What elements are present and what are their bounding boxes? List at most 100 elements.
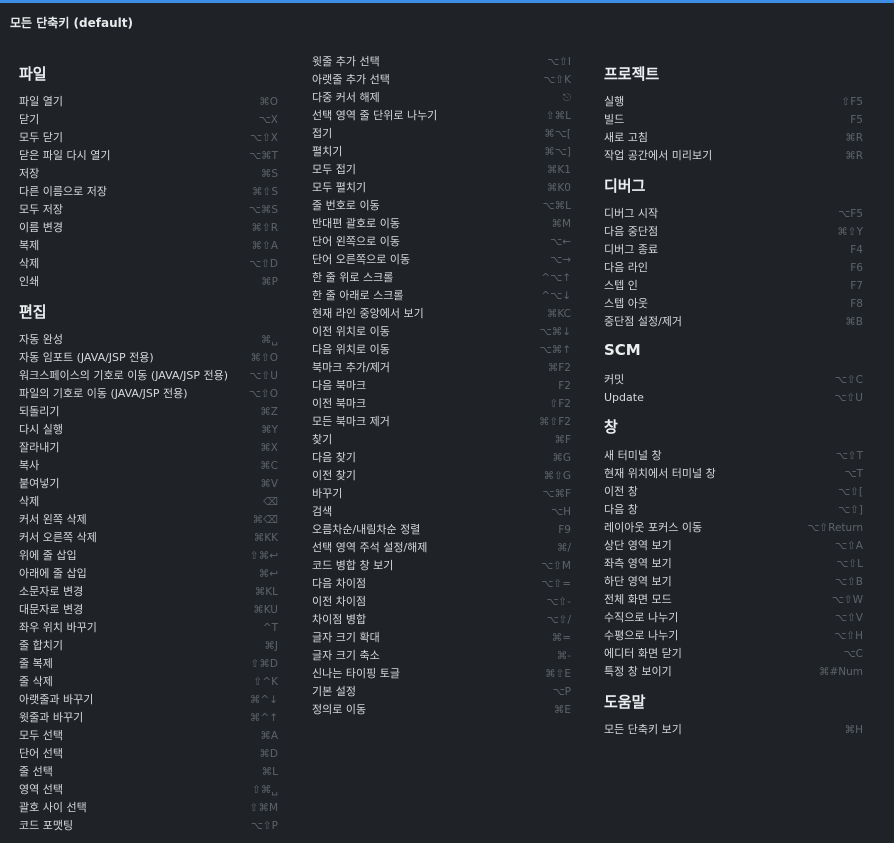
shortcut-label: 좌우 위치 바꾸기	[19, 621, 97, 634]
shortcut-key: F7	[850, 280, 863, 292]
shortcut-label: 윗줄 추가 선택	[312, 55, 380, 68]
shortcut-label: 코드 병합 창 보기	[312, 559, 394, 572]
shortcut-row: 빌드 F5	[604, 111, 863, 129]
shortcut-key: ⌥⇧Return	[807, 522, 863, 534]
shortcut-label: 아랫줄과 바꾸기	[19, 693, 94, 706]
shortcut-key: ⇧^K	[253, 676, 278, 688]
shortcut-row: 이전 위치로 이동 ⌥⌘↓	[312, 323, 571, 341]
shortcut-row: 아랫줄과 바꾸기 ⌘^↓	[19, 691, 278, 709]
shortcut-key: ⌘B	[845, 316, 863, 328]
shortcut-key: F5	[850, 114, 863, 126]
shortcut-label: 붙여넣기	[19, 477, 60, 490]
shortcut-row: 아랫줄 추가 선택 ⌥⇧K	[312, 71, 571, 89]
shortcut-row: 정의로 이동 ⌘E	[312, 701, 571, 719]
shortcut-row: 이전 창 ⌥⇧[	[604, 483, 863, 501]
shortcut-label: 다시 실행	[19, 423, 63, 436]
section-heading: SCM	[604, 341, 641, 359]
shortcut-label: 이전 찾기	[312, 469, 356, 482]
shortcut-label: 새로 고침	[604, 131, 648, 144]
shortcut-row: 커밋 ⌥⇧C	[604, 371, 863, 389]
shortcut-row: 모두 저장 ⌥⌘S	[19, 201, 278, 219]
shortcut-key: ⇧⌘D	[250, 658, 278, 670]
shortcut-label: 스텝 아웃	[604, 297, 648, 310]
shortcut-key: ⌥⇧M	[541, 560, 571, 572]
shortcut-key: ⌥H	[551, 506, 571, 518]
shortcut-row: 다음 중단점 ⌘⇧Y	[604, 223, 863, 241]
shortcut-label: 하단 영역 보기	[604, 575, 672, 588]
shortcut-label: Update	[604, 391, 644, 404]
shortcut-label: 단어 왼쪽으로 이동	[312, 235, 400, 248]
shortcut-label: 다른 이름으로 저장	[19, 185, 107, 198]
shortcut-key: ⌥⌘F	[542, 488, 571, 500]
shortcut-label: 다음 위치로 이동	[312, 343, 390, 356]
shortcut-key: ⌘A	[260, 730, 278, 742]
shortcut-label: 디버그 시작	[604, 207, 659, 220]
shortcut-label: 단어 선택	[19, 747, 63, 760]
shortcut-key: ⌥⌘↓	[539, 326, 571, 338]
shortcut-key: F8	[850, 298, 863, 310]
section-heading: 파일	[19, 65, 47, 83]
shortcut-key: ⌥C	[843, 648, 863, 660]
shortcut-key: ⌥⇧[	[838, 486, 863, 498]
shortcut-label: 펼치기	[312, 145, 343, 158]
shortcut-row: 파일의 기호로 이동 (JAVA/JSP 전용) ⌥⇧O	[19, 385, 278, 403]
shortcut-label: 찾기	[312, 433, 333, 446]
shortcut-row: 대문자로 변경 ⌘KU	[19, 601, 278, 619]
shortcut-key: ⌥X	[258, 114, 278, 126]
shortcut-key: ⌘␣	[260, 334, 278, 346]
shortcut-key: ⌘Y	[261, 424, 278, 436]
shortcut-row: 오름차순/내림차순 정렬 F9	[312, 521, 571, 539]
shortcut-key: ⌥⌘T	[248, 150, 278, 162]
section-heading: 창	[604, 418, 618, 436]
shortcut-label: 차이점 병합	[312, 613, 367, 626]
shortcut-row: 줄 선택 ⌘L	[19, 763, 278, 781]
shortcut-row: 다음 북마크 F2	[312, 377, 571, 395]
shortcut-key: ⌥⇧H	[834, 630, 863, 642]
shortcut-row: 접기 ⌘⌥[	[312, 125, 571, 143]
shortcut-key: ⌘⇧S	[252, 186, 278, 198]
shortcut-key: ⌘O	[259, 96, 278, 108]
shortcut-key: ⌘S	[260, 168, 278, 180]
section-heading: 디버그	[604, 177, 646, 195]
shortcut-row: 다음 위치로 이동 ⌥⌘↑	[312, 341, 571, 359]
shortcut-label: 정의로 이동	[312, 703, 367, 716]
shortcut-row: 괄호 사이 선택 ⇧⌘M	[19, 799, 278, 817]
shortcut-key: ⌘C	[260, 460, 278, 472]
shortcut-row: 새 터미널 창 ⌥⇧T	[604, 447, 863, 465]
shortcut-key: ⌘⇧E	[545, 668, 571, 680]
shortcut-label: 다음 라인	[604, 261, 648, 274]
shortcut-row: 모두 닫기 ⌥⇧X	[19, 129, 278, 147]
section-heading: 도움말	[604, 693, 646, 711]
shortcut-row: 반대편 괄호로 이동 ⌘M	[312, 215, 571, 233]
shortcut-row: 현재 위치에서 터미널 창 ⌥T	[604, 465, 863, 483]
shortcut-row: 선택 영역 주석 설정/해제 ⌘/	[312, 539, 571, 557]
shortcut-label: 다음 창	[604, 503, 638, 516]
shortcut-row: 닫은 파일 다시 열기 ⌥⌘T	[19, 147, 278, 165]
shortcut-row: 붙여넣기 ⌘V	[19, 475, 278, 493]
shortcut-key: ⌥⇧V	[834, 612, 863, 624]
shortcut-row: 줄 합치기 ⌘J	[19, 637, 278, 655]
shortcut-key: ⌥⇧W	[831, 594, 863, 606]
shortcut-key: ⇧F5	[841, 96, 863, 108]
shortcut-key: F9	[558, 524, 571, 536]
shortcut-key: ⌥⇧O	[248, 388, 278, 400]
top-accent-bar	[0, 0, 894, 3]
shortcut-key: ⌘P	[261, 276, 278, 288]
shortcut-row: 중단점 설정/제거 ⌘B	[604, 313, 863, 331]
shortcut-row: 커서 왼쪽 삭제 ⌘⌫	[19, 511, 278, 529]
shortcut-row: 영역 선택 ⇧⌘␣	[19, 781, 278, 799]
shortcut-label: 복제	[19, 239, 40, 252]
shortcut-key: ⌘KC	[546, 308, 571, 320]
shortcut-key: ⌘KL	[254, 586, 278, 598]
shortcut-key: ⌥→	[550, 254, 571, 266]
shortcut-label: 전체 화면 모드	[604, 593, 672, 606]
shortcut-row: 다중 커서 해제 ⎋	[312, 89, 571, 107]
shortcut-label: 에디터 화면 닫기	[604, 647, 682, 660]
shortcut-key: ⌘KK	[253, 532, 278, 544]
shortcut-label: 닫기	[19, 113, 40, 126]
shortcut-key: ⌥⇧P	[250, 820, 278, 832]
shortcut-row: 복사 ⌘C	[19, 457, 278, 475]
shortcut-label: 접기	[312, 127, 333, 140]
shortcut-label: 위에 줄 삽입	[19, 549, 77, 562]
shortcut-label: 아랫줄 추가 선택	[312, 73, 390, 86]
